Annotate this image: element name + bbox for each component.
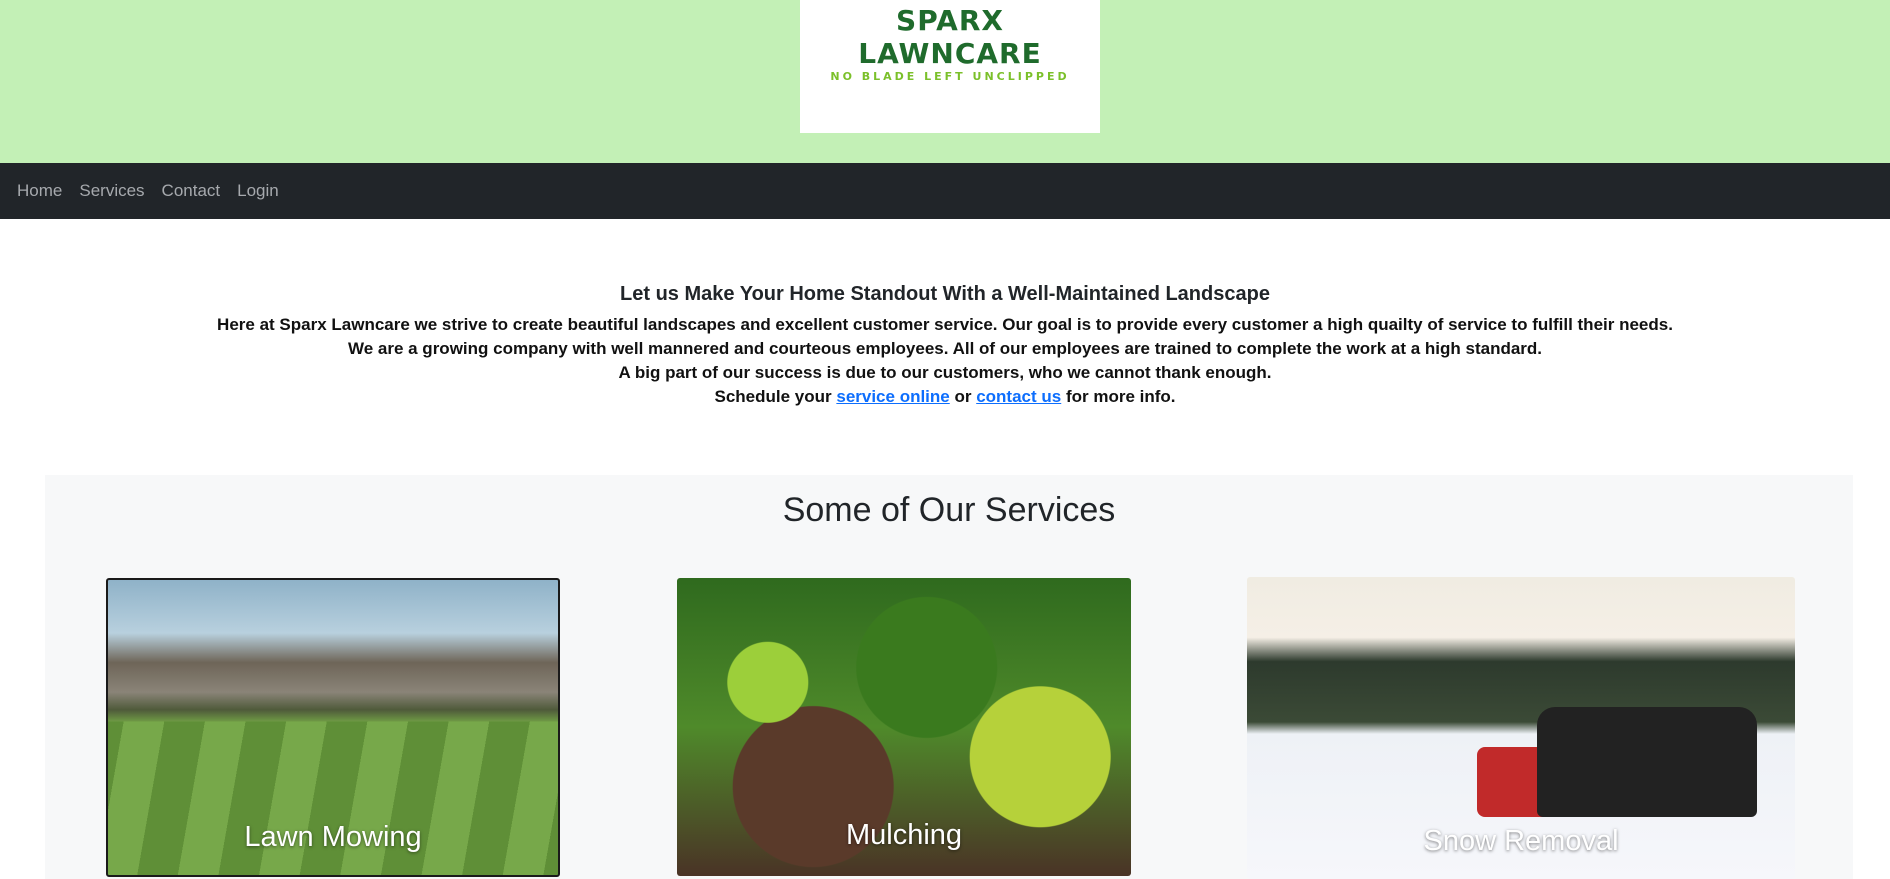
service-card-label: Snow Removal — [1423, 825, 1619, 857]
schedule-suffix: for more info. — [1061, 387, 1176, 406]
nav-services[interactable]: Services — [79, 181, 144, 201]
intro-line-4: Schedule your service online or contact … — [0, 385, 1890, 409]
intro-heading: Let us Make Your Home Standout With a We… — [620, 283, 1270, 305]
service-card-mulching[interactable]: Mulching — [677, 578, 1131, 876]
service-card-label: Mulching — [845, 819, 963, 851]
logo-tagline: NO BLADE LEFT UNCLIPPED — [830, 70, 1070, 83]
service-card-snow-removal[interactable]: Snow Removal — [1247, 577, 1795, 879]
contact-us-link[interactable]: contact us — [976, 387, 1061, 406]
nav-home[interactable]: Home — [17, 181, 62, 201]
services-section: Some of Our Services Lawn Mowing Mulchin… — [45, 475, 1853, 879]
nav-login[interactable]: Login — [237, 181, 279, 201]
service-online-link[interactable]: service online — [836, 387, 949, 406]
schedule-prefix: Schedule your — [714, 387, 837, 406]
logo[interactable]: SPARX LAWNCARE NO BLADE LEFT UNCLIPPED — [800, 0, 1100, 133]
intro-line-3: A big part of our success is due to our … — [618, 363, 1272, 382]
service-card-lawn-mowing[interactable]: Lawn Mowing — [106, 578, 560, 877]
nav-contact[interactable]: Contact — [162, 181, 221, 201]
header-banner: SPARX LAWNCARE NO BLADE LEFT UNCLIPPED — [0, 0, 1890, 163]
intro-line-1: Here at Sparx Lawncare we strive to crea… — [217, 315, 1673, 334]
navbar: Home Services Contact Login — [0, 163, 1890, 219]
truck-image — [1537, 707, 1757, 817]
schedule-or: or — [949, 387, 977, 406]
service-card-label: Lawn Mowing — [244, 821, 422, 853]
logo-name: SPARX LAWNCARE — [858, 4, 1042, 70]
intro-section: Let us Make Your Home Standout With a We… — [0, 283, 1890, 409]
services-heading: Some of Our Services — [782, 491, 1116, 529]
intro-line-2: We are a growing company with well manne… — [347, 339, 1543, 358]
